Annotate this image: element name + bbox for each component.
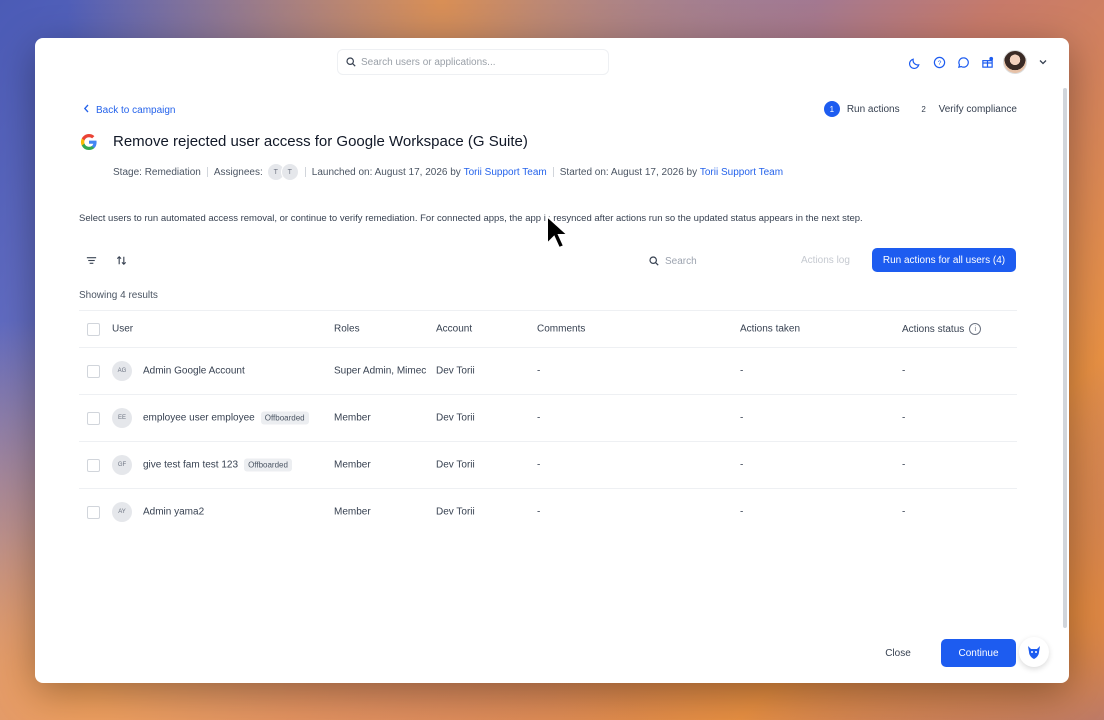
row-checkbox[interactable] [87, 412, 100, 425]
sort-icon[interactable] [113, 252, 129, 268]
table-row[interactable]: GF give test fam test 123 Offboarded Mem… [79, 442, 1017, 489]
actions-status-cell: - [902, 365, 906, 377]
account-cell: Dev Torii [436, 412, 475, 424]
user-avatar: AY [112, 502, 132, 522]
row-checkbox[interactable] [87, 365, 100, 378]
chevron-left-icon [83, 104, 90, 116]
table-search-input[interactable]: Search [649, 250, 799, 272]
step-2-number: 2 [921, 104, 926, 114]
help-icon[interactable]: ? [931, 54, 947, 70]
account-cell: Dev Torii [436, 365, 475, 377]
comments-cell: - [537, 412, 541, 424]
app-window: Search users or applications... ? Back t… [35, 38, 1069, 683]
table-row[interactable]: EE employee user employee Offboarded Mem… [79, 395, 1017, 442]
started-by-link[interactable]: Torii Support Team [700, 167, 783, 178]
offboarded-badge: Offboarded [260, 411, 309, 425]
avatar[interactable] [1003, 50, 1027, 74]
global-search-input[interactable]: Search users or applications... [337, 49, 609, 75]
actions-status-label: Actions status [902, 323, 965, 335]
actions-log-button[interactable]: Actions log [801, 255, 850, 266]
gift-icon[interactable] [979, 54, 995, 70]
moon-icon[interactable] [907, 54, 923, 70]
user-name: give test fam test 123 [143, 459, 239, 471]
campaign-meta: Stage: Remediation Assignees: T T Launch… [113, 163, 783, 181]
account-cell: Dev Torii [436, 459, 475, 471]
chevron-down-icon[interactable] [1035, 54, 1051, 70]
actions-status-cell: - [902, 506, 906, 518]
users-table: User Roles Account Comments Actions take… [79, 310, 1017, 535]
column-header-actions-taken[interactable]: Actions taken [740, 324, 800, 335]
column-header-account[interactable]: Account [436, 324, 472, 335]
mouse-cursor-icon [546, 214, 571, 250]
footer-bar: Close Continue [35, 627, 1069, 683]
user-name-cell: employee user employee Offboarded [143, 411, 309, 425]
user-name-cell: Admin Google Account [143, 366, 245, 377]
launched-text: Launched on: August 17, 2026 by [311, 166, 461, 178]
search-icon [346, 57, 356, 67]
top-bar: Search users or applications... ? [35, 38, 1069, 86]
started-text: Started on: August 17, 2026 by [559, 166, 698, 178]
actions-status-cell: - [902, 412, 906, 424]
actions-status-cell: - [902, 459, 906, 471]
roles-cell: Member [334, 459, 371, 471]
step-1-number: 1 [823, 101, 840, 117]
global-search-placeholder: Search users or applications... [361, 56, 496, 68]
chat-icon[interactable] [955, 54, 971, 70]
user-avatar: AG [112, 361, 132, 381]
actions-taken-cell: - [740, 459, 744, 471]
launched-by-link[interactable]: Torii Support Team [464, 167, 547, 178]
account-cell: Dev Torii [436, 506, 475, 518]
google-logo [79, 132, 101, 154]
actions-taken-cell: - [740, 412, 744, 424]
row-checkbox[interactable] [87, 459, 100, 472]
page-title: Remove rejected user access for Google W… [113, 133, 528, 150]
offboarded-badge: Offboarded [244, 458, 292, 472]
user-name: Admin Google Account [143, 365, 245, 377]
stepper: 1 Run actions 2 Verify compliance [823, 101, 1017, 117]
step-2-label: Verify compliance [938, 103, 1017, 115]
scrollbar[interactable] [1063, 88, 1067, 628]
actions-taken-cell: - [740, 506, 744, 518]
continue-button[interactable]: Continue [941, 639, 1016, 667]
back-to-campaign-link[interactable]: Back to campaign [83, 104, 176, 116]
search-icon [649, 256, 659, 266]
user-avatar: EE [112, 408, 132, 428]
row-checkbox[interactable] [87, 506, 100, 519]
comments-cell: - [537, 459, 541, 471]
user-name: employee user employee [143, 412, 255, 424]
comments-cell: - [537, 506, 541, 518]
step-1-label: Run actions [846, 103, 900, 115]
close-button[interactable]: Close [869, 639, 927, 667]
column-header-actions-status[interactable]: Actions status i [902, 323, 982, 335]
table-row[interactable]: AG Admin Google Account Super Admin, Mim… [79, 348, 1017, 395]
filter-icon[interactable] [83, 252, 99, 268]
user-name-cell: Admin yama2 [143, 507, 204, 518]
actions-taken-cell: - [740, 365, 744, 377]
user-name-cell: give test fam test 123 Offboarded [143, 458, 292, 472]
roles-cell: Member [334, 506, 371, 518]
column-header-roles[interactable]: Roles [334, 324, 429, 335]
run-actions-all-button[interactable]: Run actions for all users (4) [872, 248, 1016, 272]
roles-cell: Member [334, 412, 371, 424]
user-avatar: GF [112, 455, 132, 475]
assignee-avatar[interactable]: T [280, 163, 299, 181]
table-search-placeholder: Search [665, 255, 697, 267]
column-header-comments[interactable]: Comments [537, 324, 585, 335]
select-all-checkbox[interactable] [87, 323, 100, 336]
svg-text:?: ? [937, 59, 941, 66]
assistant-bot-icon[interactable] [1019, 637, 1049, 667]
description-text: Select users to run automated access rem… [79, 213, 863, 224]
user-name: Admin yama2 [143, 506, 205, 518]
roles-cell: Super Admin, Mimec [334, 365, 427, 377]
assignees-label: Assignees: [213, 166, 263, 178]
table-header: User Roles Account Comments Actions take… [79, 310, 1017, 348]
back-link-label: Back to campaign [96, 104, 176, 116]
column-header-user[interactable]: User [112, 324, 133, 335]
info-icon[interactable]: i [969, 323, 982, 335]
table-row[interactable]: AY Admin yama2 Member Dev Torii - - - [79, 489, 1017, 535]
comments-cell: - [537, 365, 541, 377]
stage-text: Stage: Remediation [113, 166, 201, 178]
results-count: Showing 4 results [79, 290, 158, 301]
